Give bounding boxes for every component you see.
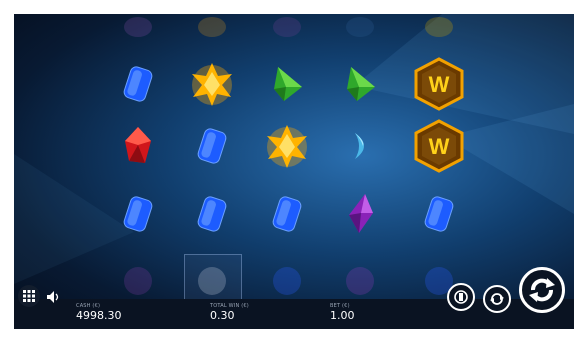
sound-button[interactable]	[45, 288, 63, 306]
partial-symbol-top	[172, 14, 252, 62]
wild-symbol-icon: W	[414, 57, 464, 111]
partial-gem-icon	[346, 17, 374, 37]
blue-gem-icon	[123, 196, 153, 232]
partial-symbol-top	[399, 14, 479, 62]
total-win-value: 0.30	[210, 309, 235, 322]
spin-button[interactable]	[519, 267, 565, 313]
cyan-gem-icon	[355, 133, 364, 159]
green-gem-icon	[347, 67, 375, 101]
turbo-icon	[490, 293, 504, 305]
wild-letter: W	[429, 134, 450, 159]
partial-symbol-top	[320, 14, 400, 62]
partial-gem-icon	[425, 17, 453, 37]
yellow-star-gem-cell	[247, 111, 327, 181]
bet-stat: BET (€) 1.00	[330, 303, 355, 322]
red-gem-cell	[98, 111, 178, 181]
purple-gem-icon	[349, 194, 373, 233]
cyan-gem-cell	[320, 111, 400, 181]
purple-gem-cell	[320, 179, 400, 249]
bottom-bar: CASH (€) 4998.30 TOTAL WIN (€) 0.30 BET …	[14, 267, 574, 329]
wild-symbol-cell: W	[399, 111, 479, 181]
cash-stat: CASH (€) 4998.30	[76, 303, 122, 322]
reel-highlight	[184, 254, 242, 302]
partial-gem-icon	[124, 17, 152, 37]
partial-gem-icon	[273, 17, 301, 37]
yellow-star-gem-icon	[267, 125, 307, 168]
partial-gem-icon	[124, 267, 152, 295]
turbo-button[interactable]	[483, 285, 511, 313]
wild-symbol-icon: W	[414, 119, 464, 173]
green-gem-icon	[274, 67, 302, 101]
yellow-star-gem-icon	[192, 63, 232, 106]
blue-gem-cell	[399, 179, 479, 249]
speaker-icon	[47, 291, 59, 303]
blue-gem-icon	[424, 196, 454, 232]
partial-gem-icon	[273, 267, 301, 295]
total-win-stat: TOTAL WIN (€) 0.30	[210, 303, 249, 322]
autoplay-button[interactable]	[447, 283, 475, 311]
menu-button[interactable]	[18, 285, 40, 307]
blue-gem-cell	[172, 179, 252, 249]
red-gem-icon	[125, 127, 151, 163]
blue-gem-icon	[272, 196, 302, 232]
partial-symbol-top	[98, 14, 178, 62]
blue-gem-cell	[247, 179, 327, 249]
wild-letter: W	[429, 72, 450, 97]
cash-value: 4998.30	[76, 309, 122, 322]
blue-gem-icon	[123, 66, 153, 102]
blue-gem-icon	[197, 128, 227, 164]
blue-gem-cell	[172, 111, 252, 181]
spin-icon	[529, 278, 555, 302]
partial-gem-icon	[346, 267, 374, 295]
partial-gem-icon	[198, 17, 226, 37]
menu-grid-icon	[23, 290, 35, 302]
autoplay-icon	[454, 290, 468, 304]
bet-value: 1.00	[330, 309, 355, 322]
partial-symbol-top	[247, 14, 327, 62]
blue-gem-cell	[98, 179, 178, 249]
game-frame: W W CASH (€) 4998.30 TOTAL WIN (€) 0.30 …	[14, 14, 574, 329]
blue-gem-icon	[197, 196, 227, 232]
